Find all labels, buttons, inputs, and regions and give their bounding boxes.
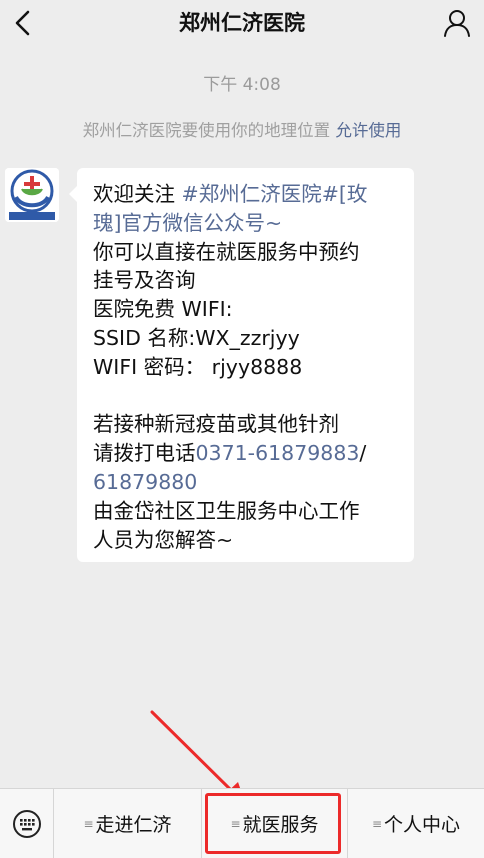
slash-text: / [359, 441, 367, 466]
hospital-logo-icon [5, 168, 59, 222]
header: 郑州仁济医院 [0, 0, 484, 50]
phone-link-2[interactable]: 61879880 [93, 468, 400, 497]
menu-item-about[interactable]: ≡ 走进仁济 [54, 789, 202, 858]
message-timestamp: 下午 4:08 [203, 75, 281, 95]
menu-item-medical-services[interactable]: ≡ 就医服务 [202, 789, 348, 858]
message-line-13: 人员为您解答~ [93, 527, 234, 552]
message-line-4: 挂号及咨询 [93, 268, 196, 293]
menu-list-icon: ≡ [83, 816, 94, 831]
message-line-5: 医院免费 WIFI: [93, 297, 233, 322]
person-icon [444, 10, 470, 37]
message-line-3: 你可以直接在就医服务中预约 [93, 239, 360, 264]
page-title: 郑州仁济医院 [179, 11, 305, 35]
message-line-10: 请拨打电话0371-61879883/ [93, 439, 400, 468]
hashtag-link[interactable]: #郑州仁济医院#[玫 [182, 182, 368, 206]
menu-list-icon: ≡ [371, 816, 383, 831]
message-line-9: 若接种新冠疫苗或其他针剂 [93, 412, 339, 437]
message-bubble: 欢迎关注 #郑州仁济医院#[玫 瑰]官方微信公众号~ 你可以直接在就医服务中预约… [69, 168, 414, 562]
message-line-1: 欢迎关注 #郑州仁济医院#[玫 [93, 180, 400, 209]
hashtag-link-continued[interactable]: 瑰]官方微信公众号~ [93, 209, 400, 238]
bottom-menu-bar: ≡ 走进仁济 ≡ 就医服务 ≡ 个人中心 [0, 788, 484, 858]
profile-button[interactable] [440, 6, 474, 40]
keyboard-icon [12, 809, 41, 838]
message-line-6: SSID 名称:WX_zzrjyy [93, 325, 300, 350]
allow-location-link[interactable]: 允许使用 [335, 121, 401, 140]
message-text: 请拨打电话 [93, 441, 196, 466]
message-line-12: 由金岱社区卫生服务中心工作 [93, 498, 360, 523]
keyboard-toggle-button[interactable] [0, 789, 54, 858]
message-text: 欢迎关注 [93, 182, 182, 206]
location-tip-text: 郑州仁济医院要使用你的地理位置 [82, 121, 336, 140]
location-permission-tip: 郑州仁济医院要使用你的地理位置 允许使用 [0, 117, 484, 141]
message-line-7: WIFI 密码： rjyy8888 [93, 354, 303, 379]
menu-item-label: 就医服务 [242, 814, 319, 836]
chat-screen: 郑州仁济医院 下午 4:08 郑州仁济医院要使用你的地理位置 允许使用 欢迎关注… [0, 0, 484, 858]
menu-item-label: 个人中心 [383, 814, 460, 836]
menu-item-label: 走进仁济 [95, 814, 172, 836]
hospital-avatar[interactable] [5, 168, 59, 222]
menu-list-icon: ≡ [230, 816, 241, 831]
phone-link-1[interactable]: 0371-61879883 [196, 441, 360, 465]
menu-item-personal-center[interactable]: ≡ 个人中心 [348, 789, 484, 858]
